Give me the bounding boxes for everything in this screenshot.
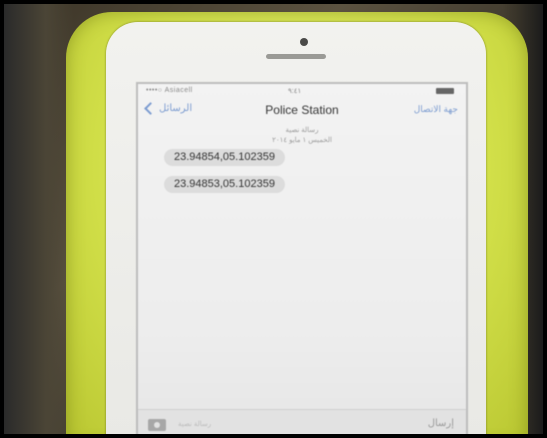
composer-bar: رسالة نصية إرسال <box>138 409 466 434</box>
message-meta: رسالة نصية الخميس ١ مايو ٢٠١٤ <box>138 126 466 146</box>
status-bar: ••••○ Asiacell ٩:٤١ <box>138 84 466 98</box>
battery-icon <box>436 88 454 94</box>
navigation-bar: الرسائل Police Station جهة الاتصال <box>138 98 466 122</box>
earpiece <box>266 54 326 59</box>
message-bubble[interactable]: 23.94854,05.102359 <box>164 149 285 166</box>
status-carrier: ••••○ Asiacell <box>146 87 193 94</box>
photo-frame: ••••○ Asiacell ٩:٤١ الرسائل Police Stati… <box>0 0 547 438</box>
camera-icon[interactable] <box>148 419 166 431</box>
message-input[interactable]: رسالة نصية <box>174 417 418 433</box>
send-button[interactable]: إرسال <box>428 418 454 429</box>
message-date-label: الخميس ١ مايو ٢٠١٤ <box>272 137 332 144</box>
message-type-label: رسالة نصية <box>285 127 319 134</box>
contact-details-button[interactable]: جهة الاتصال <box>414 104 458 115</box>
status-time: ٩:٤١ <box>288 88 302 95</box>
background-left <box>4 4 74 434</box>
phone-screen: ••••○ Asiacell ٩:٤١ الرسائل Police Stati… <box>136 82 468 434</box>
message-bubble[interactable]: 23.94853,05.102359 <box>164 176 285 193</box>
front-camera-icon <box>300 38 308 46</box>
